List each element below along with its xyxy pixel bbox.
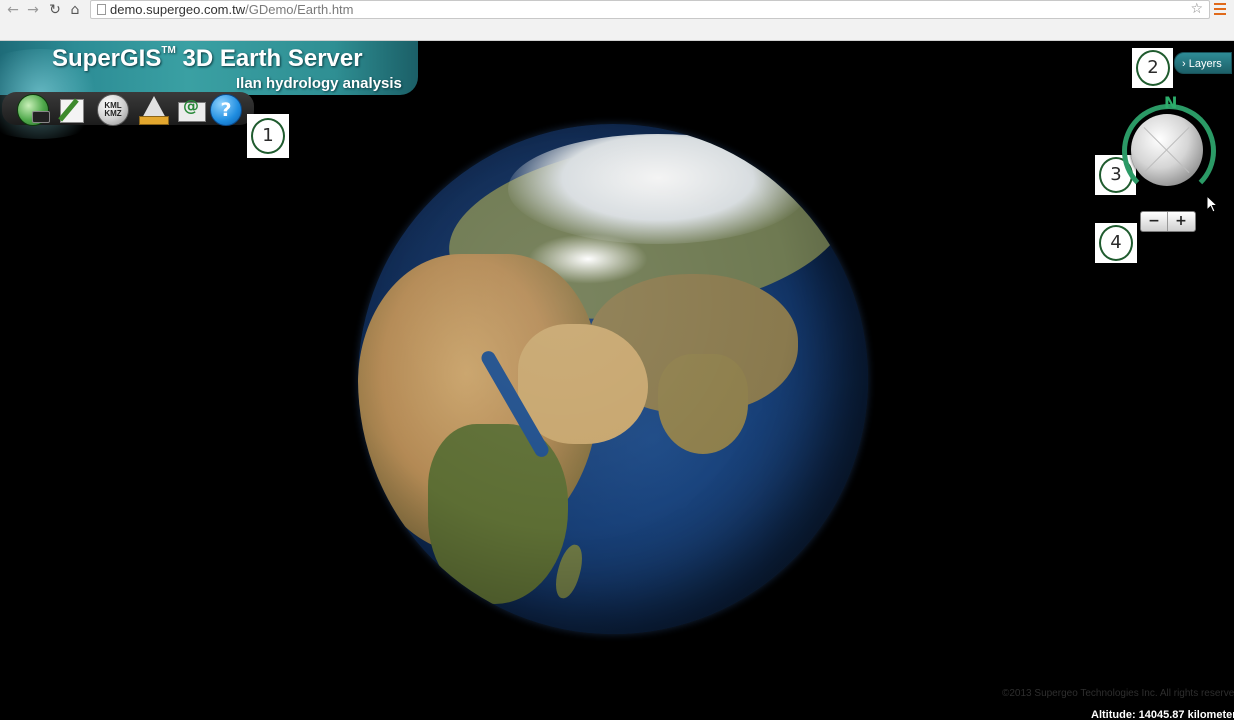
browser-menu-icon[interactable] [1214,3,1226,15]
url-path: /GDemo/Earth.htm [245,2,354,17]
page-icon [97,4,106,15]
callout-number: 2 [1136,50,1170,86]
title-product: 3D Earth Server [175,45,363,72]
globe-icon[interactable] [17,94,50,126]
callout-2: 2 [1132,48,1173,88]
zoom-control: − + [1140,211,1196,232]
edit-notepad-icon[interactable] [57,94,87,124]
earth-globe[interactable] [358,124,868,634]
measure-ruler-icon[interactable] [139,94,169,125]
app-banner: SuperGISTM 3D Earth Server Ilan hydrolog… [0,41,418,139]
title-brand: SuperGIS [52,45,162,72]
app-subtitle: Ilan hydrology analysis [236,75,402,92]
chevron-right-icon: › [1182,58,1186,70]
address-bar[interactable]: demo.supergeo.com.tw/GDemo/Earth.htm ☆ [90,0,1210,19]
bookmark-star-icon[interactable]: ☆ [1190,1,1203,17]
back-arrow-icon[interactable]: ← [4,2,22,18]
compass-knob[interactable] [1131,114,1203,186]
kml-kmz-icon[interactable]: KML KMZ [97,94,129,126]
callout-number: 4 [1099,225,1133,261]
copyright-text: ©2013 Supergeo Technologies Inc. All rig… [1002,688,1234,699]
compass-north-label: N [1164,93,1178,112]
url-domain: demo.supergeo.com.tw [110,2,246,17]
browser-toolbar: ← → ↻ ⌂ demo.supergeo.com.tw/GDemo/Earth… [0,0,1234,41]
zoom-in-button[interactable]: + [1168,212,1194,231]
app-title: SuperGISTM 3D Earth Server [52,45,363,73]
url-text: demo.supergeo.com.tw/GDemo/Earth.htm [110,2,354,17]
forward-arrow-icon[interactable]: → [24,2,42,18]
earth-viewer[interactable]: SuperGISTM 3D Earth Server Ilan hydrolog… [0,41,1234,720]
callout-4: 4 [1095,223,1137,263]
callout-number: 1 [251,118,285,154]
altitude-readout: Altitude: 14045.87 kilometers [1091,709,1234,720]
tool-bar: KML KMZ @ ? [2,92,254,126]
home-icon[interactable]: ⌂ [66,2,84,18]
email-icon[interactable]: @ [176,94,206,124]
kmz-label: KMZ [104,109,122,118]
layers-label: Layers [1188,58,1222,70]
zoom-out-button[interactable]: − [1141,212,1168,231]
help-icon[interactable]: ? [210,94,242,126]
layers-button[interactable]: › Layers [1174,52,1232,74]
reload-icon[interactable]: ↻ [46,2,64,18]
title-trademark: TM [161,45,176,56]
callout-1: 1 [247,114,289,158]
